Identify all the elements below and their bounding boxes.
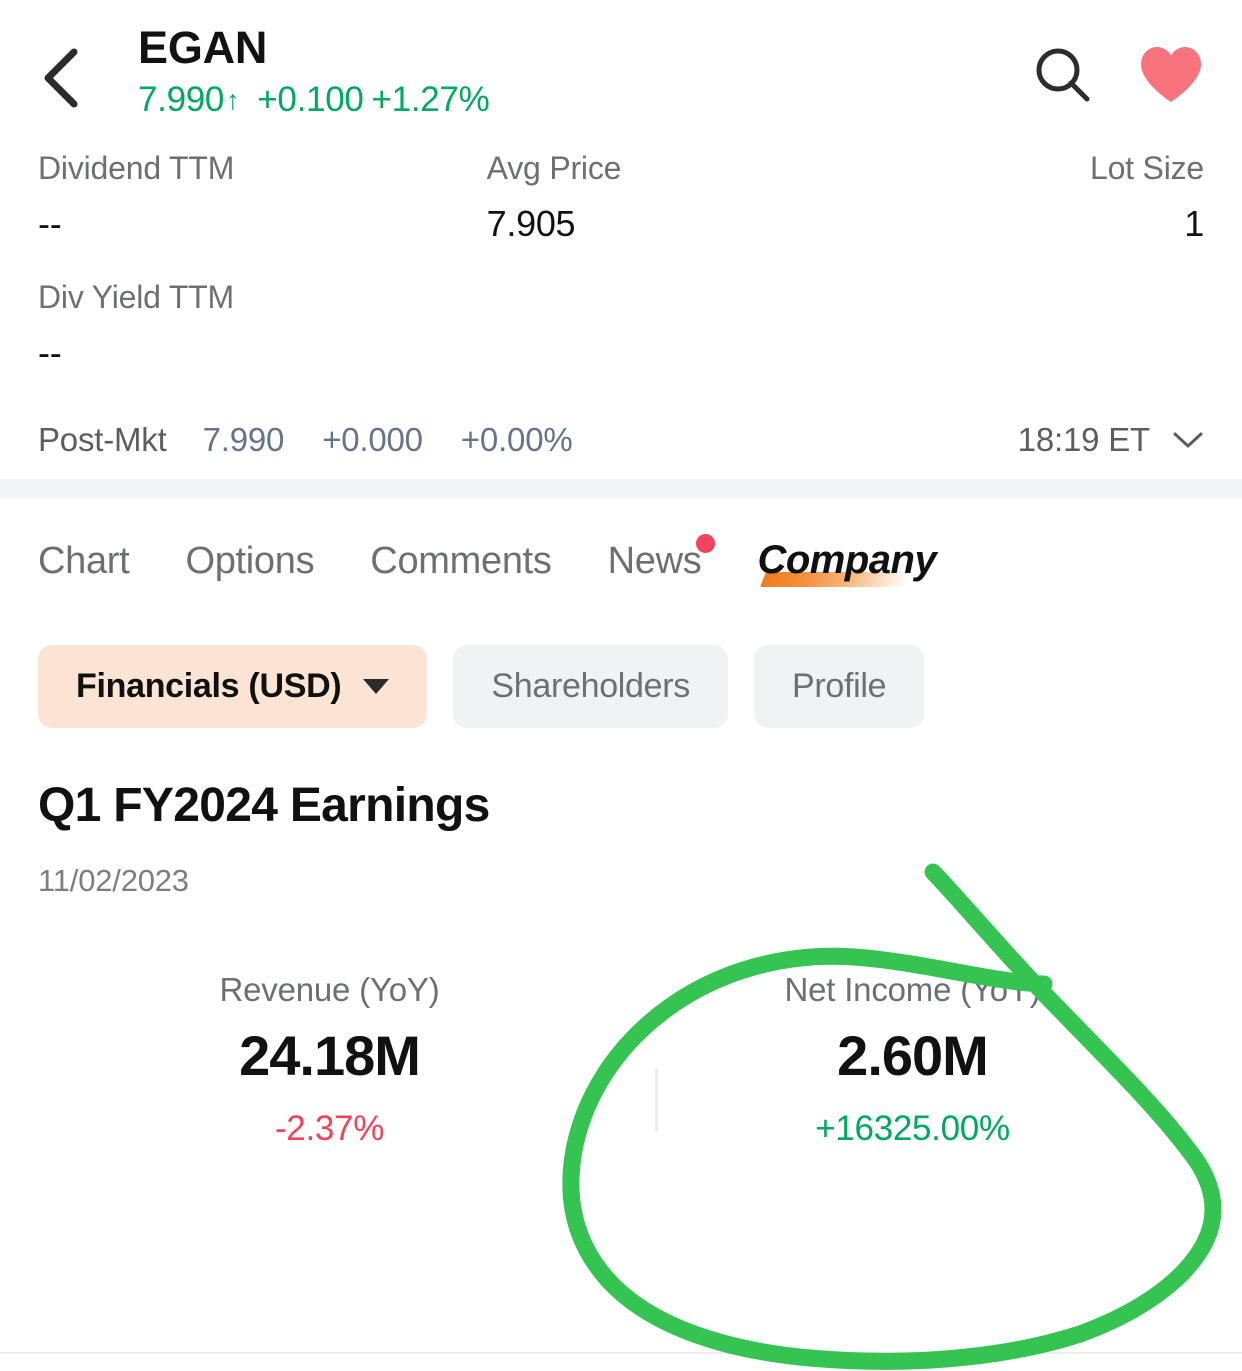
- change-percent: +1.27%: [371, 79, 490, 119]
- stat-lot-size: Lot Size 1: [845, 148, 1204, 249]
- metric-value: 2.60M: [837, 1023, 989, 1087]
- chevron-down-icon: [1173, 432, 1203, 448]
- tab-label: Comments: [370, 540, 552, 583]
- search-icon: [1036, 48, 1090, 102]
- tab-label: Chart: [38, 540, 130, 583]
- stat-value: --: [38, 331, 62, 373]
- metric-revenue: Revenue (YoY) 24.18M -2.37%: [38, 971, 621, 1149]
- chevron-down-icon: [363, 679, 390, 695]
- tab-comments[interactable]: Comments: [370, 540, 552, 597]
- header-actions: [1032, 44, 1204, 111]
- last-price: 7.990: [138, 79, 225, 119]
- post-market-change-percent: +0.00%: [460, 421, 573, 459]
- earnings-date: 11/02/2023: [38, 862, 189, 898]
- pill-label: Financials (USD): [76, 667, 342, 706]
- stat-empty: [397, 277, 846, 378]
- pill-financials[interactable]: Financials (USD): [38, 645, 428, 729]
- post-market-time-toggle[interactable]: 18:19 ET: [1018, 421, 1204, 459]
- stat-div-yield-ttm: Div Yield TTM --: [38, 277, 397, 378]
- stat-label: Avg Price: [486, 150, 622, 186]
- up-arrow-icon: ↑: [226, 84, 240, 115]
- search-button[interactable]: [1032, 44, 1094, 111]
- pill-label: Shareholders: [491, 667, 690, 706]
- post-market-time: 18:19 ET: [1017, 421, 1151, 459]
- stat-empty: [845, 277, 1204, 378]
- stat-value: --: [38, 203, 62, 244]
- post-market-label: Post-Mkt: [38, 421, 167, 459]
- stat-label: Div Yield TTM: [38, 278, 234, 315]
- back-button[interactable]: [38, 46, 94, 110]
- tab-bar: Chart Options Comments News Company: [0, 498, 1242, 597]
- metric-label: Revenue (YoY): [219, 970, 440, 1008]
- earnings-title: Q1 FY2024 Earnings: [38, 779, 490, 833]
- stat-label: Lot Size: [1089, 150, 1205, 186]
- post-market-change: +0.000: [322, 421, 423, 459]
- news-badge-dot-icon: [696, 534, 716, 554]
- earnings-section: Q1 FY2024 Earnings 11/02/2023 Revenue (Y…: [0, 728, 1242, 1148]
- stat-label: Dividend TTM: [38, 150, 235, 186]
- ticker-symbol: EGAN: [138, 22, 268, 73]
- stat-avg-price: Avg Price 7.905: [397, 148, 846, 249]
- favorite-button[interactable]: [1138, 45, 1204, 110]
- earnings-metrics: Revenue (YoY) 24.18M -2.37% Net Income (…: [38, 971, 1204, 1149]
- stat-value: 1: [1184, 203, 1205, 244]
- nav-row: EGAN 7.990↑ +0.100 +1.27%: [38, 0, 1204, 140]
- tab-options[interactable]: Options: [185, 540, 314, 597]
- tab-label: Company: [757, 538, 937, 583]
- tab-news[interactable]: News: [607, 534, 716, 597]
- stats-grid: Dividend TTM -- Avg Price 7.905 Lot Size…: [38, 140, 1204, 479]
- stats-row-2: Div Yield TTM --: [38, 277, 1204, 378]
- post-market-values: 7.990 +0.000 +0.00%: [203, 421, 573, 459]
- tab-label: News: [607, 540, 702, 583]
- change-absolute: +0.100: [257, 79, 364, 119]
- stat-dividend-ttm: Dividend TTM --: [38, 148, 397, 249]
- stat-value: 7.905: [486, 203, 576, 244]
- metric-change: +16325.00%: [815, 1108, 1010, 1148]
- metric-value: 24.18M: [239, 1023, 421, 1087]
- metric-change: -2.37%: [274, 1108, 385, 1148]
- metric-label: Net Income (YoY): [784, 970, 1041, 1008]
- tab-company[interactable]: Company: [757, 538, 937, 597]
- quote-header: EGAN 7.990↑ +0.100 +1.27% Dividend TTM -…: [0, 0, 1242, 479]
- sub-filter-bar: Financials (USD) Shareholders Profile: [0, 597, 1242, 729]
- heart-icon: [1141, 47, 1201, 102]
- post-market-row[interactable]: Post-Mkt 7.990 +0.000 +0.00% 18:19 ET: [38, 421, 1204, 479]
- metric-net-income: Net Income (YoY) 2.60M +16325.00%: [621, 971, 1204, 1149]
- post-market-price: 7.990: [202, 421, 285, 459]
- pill-shareholders[interactable]: Shareholders: [453, 645, 728, 729]
- title-block: EGAN 7.990↑ +0.100 +1.27%: [138, 22, 490, 120]
- bottom-divider: [0, 1352, 1242, 1354]
- section-separator: [0, 479, 1242, 499]
- pill-profile[interactable]: Profile: [754, 645, 925, 729]
- stats-row-1: Dividend TTM -- Avg Price 7.905 Lot Size…: [38, 148, 1204, 249]
- tab-chart[interactable]: Chart: [38, 540, 130, 597]
- tab-label: Options: [185, 540, 315, 583]
- quote-line: 7.990↑ +0.100 +1.27%: [138, 79, 490, 120]
- chevron-left-icon: [44, 48, 78, 108]
- pill-label: Profile: [792, 667, 887, 706]
